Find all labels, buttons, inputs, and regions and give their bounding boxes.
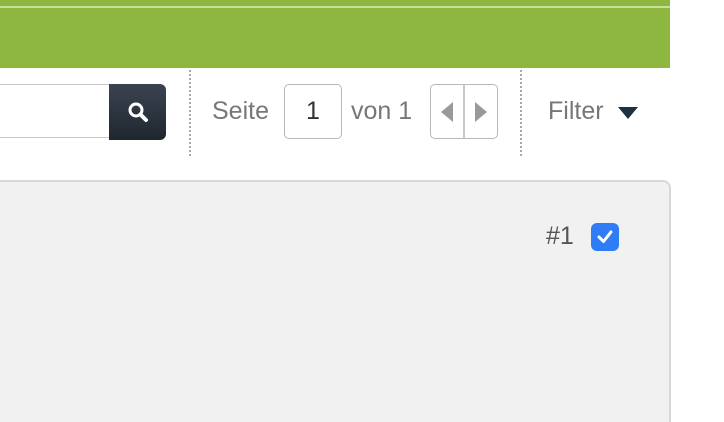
triangle-right-icon (475, 101, 487, 122)
page-root: Seite von 1 Filter #1 (0, 0, 724, 422)
toolbar-separator (189, 70, 191, 156)
toolbar-separator (520, 70, 522, 156)
filter-label: Filter (548, 97, 604, 125)
content-panel (0, 180, 671, 422)
search-icon (128, 102, 148, 122)
page-number-input[interactable] (284, 84, 342, 139)
pager-arrows (430, 84, 498, 139)
checkmark-icon (597, 230, 613, 243)
next-page-button[interactable] (465, 85, 497, 138)
caret-down-icon (617, 107, 638, 119)
header-bar (0, 0, 670, 68)
prev-page-button[interactable] (431, 85, 465, 138)
search-button[interactable] (109, 84, 166, 140)
triangle-left-icon (441, 101, 453, 122)
search-input[interactable] (0, 84, 110, 138)
item-number-label: #1 (546, 222, 574, 250)
item-select-checkbox[interactable] (591, 223, 619, 251)
filter-dropdown[interactable]: Filter (548, 94, 638, 128)
page-total-label: von 1 (351, 97, 413, 125)
page-label: Seite (212, 97, 269, 125)
header-divider-line (0, 6, 670, 8)
